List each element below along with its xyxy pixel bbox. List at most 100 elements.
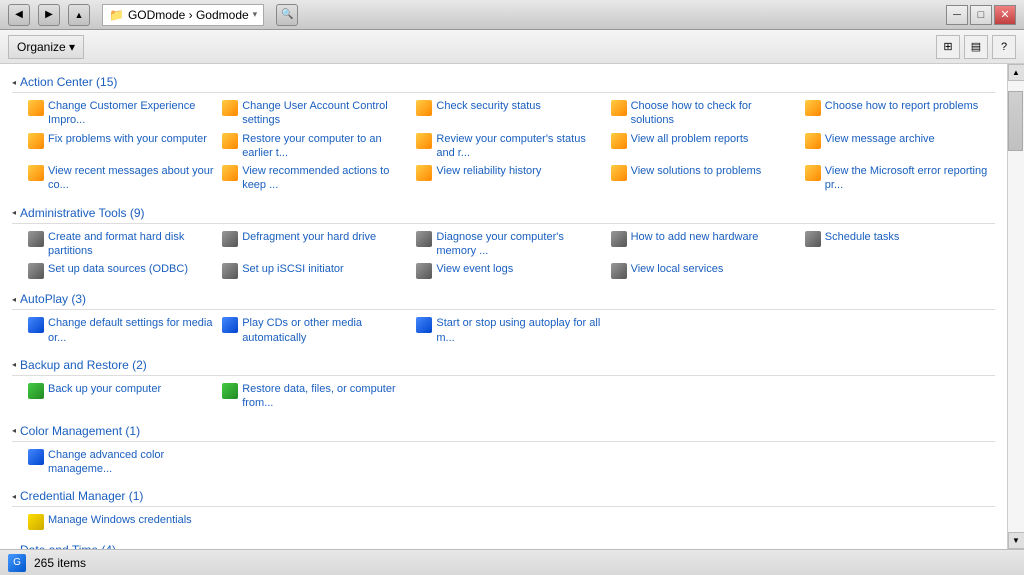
shield-icon xyxy=(222,133,238,149)
shield-icon xyxy=(222,100,238,116)
category-title-2: AutoPlay (3) xyxy=(20,292,86,306)
category-header-4[interactable]: ◂Color Management (1) xyxy=(12,421,995,442)
list-item[interactable]: View all problem reports xyxy=(607,130,801,163)
list-item-label: View recent messages about your co... xyxy=(48,164,214,193)
list-item-label: Choose how to check for solutions xyxy=(631,99,797,128)
category-header-6[interactable]: ◂Date and Time (4) xyxy=(12,540,995,549)
category-title-4: Color Management (1) xyxy=(20,424,140,438)
toolbar: Organize ▾ ⊞ ▤ ? xyxy=(0,30,1024,64)
list-item-label: Back up your computer xyxy=(48,382,161,396)
list-item[interactable]: View solutions to problems xyxy=(607,162,801,195)
list-item[interactable]: Play CDs or other media automatically xyxy=(218,314,412,347)
scroll-up-arrow[interactable]: ▲ xyxy=(1008,64,1024,81)
list-item[interactable]: View event logs xyxy=(412,260,606,281)
category-1: ◂Administrative Tools (9)Create and form… xyxy=(12,203,995,286)
gear-icon xyxy=(222,263,238,279)
list-item[interactable]: Restore your computer to an earlier t... xyxy=(218,130,412,163)
category-arrow-3: ◂ xyxy=(12,360,16,369)
list-item-label: Fix problems with your computer xyxy=(48,132,207,146)
list-item[interactable]: Restore data, files, or computer from... xyxy=(218,380,412,413)
category-5: ◂Credential Manager (1) Manage Windows cr… xyxy=(12,486,995,536)
category-header-2[interactable]: ◂ AutoPlay (3) xyxy=(12,289,995,310)
view-tiles-button[interactable]: ⊞ xyxy=(936,35,960,59)
list-item[interactable]: Change User Account Control settings xyxy=(218,97,412,130)
scroll-thumb[interactable] xyxy=(1008,91,1023,151)
list-item-label: Restore data, files, or computer from... xyxy=(242,382,408,411)
help-button[interactable]: ? xyxy=(992,35,1016,59)
list-item-label: Defragment your hard drive xyxy=(242,230,376,244)
minimize-button[interactable]: ─ xyxy=(946,5,968,25)
list-item[interactable]: View message archive xyxy=(801,130,995,163)
list-item[interactable]: View recommended actions to keep ... xyxy=(218,162,412,195)
list-item[interactable]: Review your computer's status and r... xyxy=(412,130,606,163)
category-title-0: Action Center (15) xyxy=(20,75,117,89)
list-item[interactable]: Diagnose your computer's memory ... xyxy=(412,228,606,261)
list-item[interactable]: Check security status xyxy=(412,97,606,130)
list-item-label: Manage Windows credentials xyxy=(48,513,192,527)
list-item-label: Create and format hard disk partitions xyxy=(48,230,214,259)
address-text: GODmode › Godmode xyxy=(128,8,249,22)
list-item-label: View reliability history xyxy=(436,164,541,178)
list-item[interactable]: Change default settings for media or... xyxy=(24,314,218,347)
list-item[interactable]: View the Microsoft error reporting pr... xyxy=(801,162,995,195)
view-list-button[interactable]: ▤ xyxy=(964,35,988,59)
list-item[interactable]: Create and format hard disk partitions xyxy=(24,228,218,261)
gear-icon xyxy=(611,263,627,279)
list-item[interactable]: Change advanced color manageme... xyxy=(24,446,218,479)
scrollbar[interactable]: ▲ ▼ xyxy=(1007,64,1024,549)
category-header-3[interactable]: ◂Backup and Restore (2) xyxy=(12,355,995,376)
list-item[interactable]: Fix problems with your computer xyxy=(24,130,218,163)
list-item[interactable]: Schedule tasks xyxy=(801,228,995,261)
shield-icon xyxy=(28,133,44,149)
list-item-label: Choose how to report problems xyxy=(825,99,978,113)
list-item-label: Check security status xyxy=(436,99,541,113)
list-item-label: Change default settings for media or... xyxy=(48,316,214,345)
address-bar[interactable]: 📁 GODmode › Godmode ▾ xyxy=(102,4,264,26)
status-icon: G xyxy=(8,554,26,572)
shield-icon xyxy=(222,165,238,181)
category-header-0[interactable]: ◂Action Center (15) xyxy=(12,72,995,93)
list-item[interactable]: Manage Windows credentials xyxy=(24,511,218,532)
list-item-label: Change Customer Experience Impro... xyxy=(48,99,214,128)
organize-button[interactable]: Organize ▾ xyxy=(8,35,84,59)
scroll-down-arrow[interactable]: ▼ xyxy=(1008,532,1024,549)
list-item[interactable]: Choose how to check for solutions xyxy=(607,97,801,130)
forward-button[interactable]: ▶ xyxy=(38,4,60,26)
gear-icon xyxy=(416,263,432,279)
item-count: 265 items xyxy=(34,556,86,570)
list-item[interactable]: Choose how to report problems xyxy=(801,97,995,130)
category-2: ◂ AutoPlay (3) Change default settings for… xyxy=(12,289,995,351)
title-bar: ◀ ▶ ▲ 📁 GODmode › Godmode ▾ 🔍 ─ □ ✕ xyxy=(0,0,1024,30)
list-item[interactable]: Set up iSCSI initiator xyxy=(218,260,412,281)
close-button[interactable]: ✕ xyxy=(994,5,1016,25)
category-4: ◂Color Management (1) Change advanced col… xyxy=(12,421,995,483)
list-item-label: Play CDs or other media automatically xyxy=(242,316,408,345)
shield-icon xyxy=(805,165,821,181)
maximize-button[interactable]: □ xyxy=(970,5,992,25)
list-item[interactable]: Change Customer Experience Impro... xyxy=(24,97,218,130)
category-items-2: Change default settings for media or... P… xyxy=(12,312,995,351)
list-item[interactable]: View recent messages about your co... xyxy=(24,162,218,195)
list-item[interactable]: Start or stop using autoplay for all m..… xyxy=(412,314,606,347)
scroll-track[interactable] xyxy=(1008,81,1024,532)
list-item-label: View message archive xyxy=(825,132,935,146)
list-item[interactable]: View reliability history xyxy=(412,162,606,195)
list-item[interactable]: How to add new hardware xyxy=(607,228,801,261)
list-item-label: Set up data sources (ODBC) xyxy=(48,262,188,276)
back-button[interactable]: ◀ xyxy=(8,4,30,26)
category-items-1: Create and format hard disk partitions De… xyxy=(12,226,995,286)
list-item-label: How to add new hardware xyxy=(631,230,759,244)
list-item[interactable]: View local services xyxy=(607,260,801,281)
main-area: ◂Action Center (15)Change Customer Exper… xyxy=(0,64,1024,549)
category-header-5[interactable]: ◂Credential Manager (1) xyxy=(12,486,995,507)
category-header-1[interactable]: ◂Administrative Tools (9) xyxy=(12,203,995,224)
shield-icon xyxy=(611,100,627,116)
category-items-5: Manage Windows credentials xyxy=(12,509,995,536)
list-item[interactable]: Set up data sources (ODBC) xyxy=(24,260,218,281)
category-6: ◂Date and Time (4)Add clocks for differe… xyxy=(12,540,995,549)
search-button[interactable]: 🔍 xyxy=(276,4,298,26)
category-arrow-2: ◂ xyxy=(12,295,16,304)
up-button[interactable]: ▲ xyxy=(68,4,90,26)
list-item[interactable]: Defragment your hard drive xyxy=(218,228,412,261)
list-item[interactable]: Back up your computer xyxy=(24,380,218,413)
